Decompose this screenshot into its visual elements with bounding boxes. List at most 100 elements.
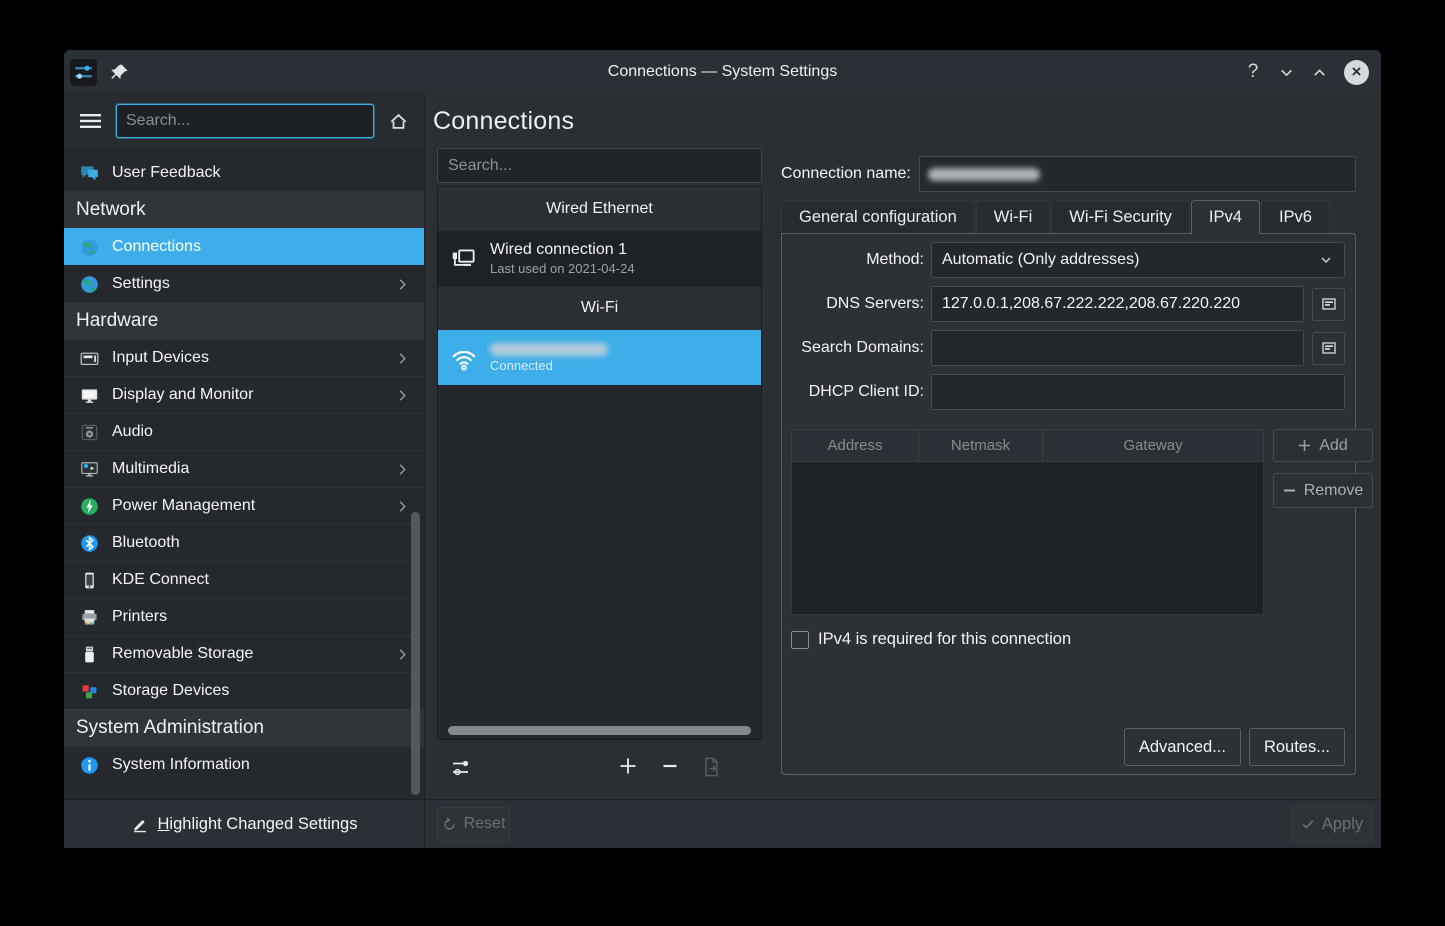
connection-name-label: Connection name: (781, 165, 911, 183)
tab-ipv4[interactable]: IPv4 (1191, 200, 1260, 233)
sidebar-item-multimedia[interactable]: Multimedia (64, 450, 424, 487)
help-icon[interactable]: ? (1244, 61, 1262, 83)
reset-icon (442, 817, 457, 832)
home-icon[interactable] (389, 112, 408, 131)
addresses-table-body[interactable] (791, 462, 1264, 615)
chevron-right-icon (395, 647, 410, 662)
pin-icon[interactable] (110, 63, 129, 82)
apply-button[interactable]: Apply (1291, 806, 1373, 842)
wired-network-icon (449, 244, 479, 274)
sidebar-search-input[interactable] (116, 104, 374, 138)
chevron-right-icon (395, 462, 410, 477)
feedback-icon (80, 164, 99, 183)
sidebar-item-label: Audio (112, 423, 153, 441)
connection-name-input[interactable] (919, 156, 1356, 192)
minus-icon (1283, 484, 1296, 497)
remove-connection-icon[interactable] (660, 756, 680, 776)
monitor-icon (80, 386, 99, 405)
advanced-button[interactable]: Advanced... (1124, 728, 1241, 766)
search-domains-input[interactable] (931, 330, 1304, 366)
ipv4-required-checkbox[interactable] (791, 631, 809, 649)
method-value: Automatic (Only addresses) (942, 251, 1318, 269)
connection-category-label: Wired Ethernet (546, 200, 653, 218)
sidebar-item-kde-connect[interactable]: KDE Connect (64, 561, 424, 598)
printer-icon (80, 608, 99, 627)
chevron-right-icon (395, 351, 410, 366)
cubes-icon (80, 682, 99, 701)
sidebar-scrollbar[interactable] (411, 512, 420, 795)
sidebar-item-power-management[interactable]: Power Management (64, 487, 424, 524)
tab-general-configuration[interactable]: General configuration (781, 200, 975, 233)
sidebar-item-display-and-monitor[interactable]: Display and Monitor (64, 376, 424, 413)
plus-icon (1298, 439, 1311, 452)
dns-servers-edit-button[interactable] (1312, 288, 1345, 321)
sidebar-item-audio[interactable]: Audio (64, 413, 424, 450)
connection-list-item[interactable]: Connected (438, 330, 761, 385)
column-header-netmask[interactable]: Netmask (919, 430, 1043, 461)
sidebar-item-user-feedback[interactable]: User Feedback (64, 155, 424, 191)
connection-category-header: Wired Ethernet (438, 187, 761, 231)
sidebar-list: User FeedbackNetworkConnectionsSettingsH… (64, 148, 424, 799)
connection-subtitle: Connected (490, 358, 608, 373)
system-settings-app-icon[interactable] (70, 59, 97, 86)
connections-list-panel: Wired Ethernet Wired connection 1Last use… (425, 148, 775, 799)
reset-button[interactable]: Reset (437, 807, 510, 842)
sidebar-item-storage-devices[interactable]: Storage Devices (64, 672, 424, 709)
column-header-address[interactable]: Address (792, 430, 919, 461)
titlebar[interactable]: Connections — System Settings ? × (64, 50, 1381, 94)
sidebar-item-label: Bluetooth (112, 534, 180, 552)
sidebar-item-printers[interactable]: Printers (64, 598, 424, 635)
maximize-icon[interactable] (1311, 64, 1328, 81)
sidebar-item-removable-storage[interactable]: Removable Storage (64, 635, 424, 672)
sidebar-item-bluetooth[interactable]: Bluetooth (64, 524, 424, 561)
sidebar-item-label: Display and Monitor (112, 386, 253, 404)
sidebar-item-label: Multimedia (112, 460, 189, 478)
check-icon (1301, 817, 1315, 831)
tab-ipv6[interactable]: IPv6 (1261, 200, 1330, 233)
connections-list: Wired Ethernet Wired connection 1Last use… (437, 186, 762, 740)
remove-address-button[interactable]: Remove (1273, 473, 1373, 508)
globe-icon (80, 275, 99, 294)
configure-connection-icon[interactable] (450, 756, 474, 780)
sidebar-item-label: User Feedback (112, 164, 221, 182)
dhcp-client-id-input[interactable] (931, 374, 1345, 410)
addresses-table-header: AddressNetmaskGateway (791, 429, 1264, 462)
column-header-gateway[interactable]: Gateway (1043, 430, 1263, 461)
tab-wi-fi[interactable]: Wi-Fi (976, 200, 1050, 233)
method-dropdown[interactable]: Automatic (Only addresses) (931, 242, 1345, 278)
dns-servers-input[interactable] (931, 286, 1304, 322)
sidebar-item-label: KDE Connect (112, 571, 209, 589)
power-icon (80, 497, 99, 516)
add-address-button[interactable]: Add (1273, 429, 1373, 462)
sidebar-item-settings[interactable]: Settings (64, 265, 424, 302)
sidebar-item-connections[interactable]: Connections (64, 228, 424, 265)
page-title: Connections (433, 107, 574, 136)
hamburger-menu-icon[interactable] (80, 113, 101, 129)
chevron-down-icon (1318, 252, 1334, 268)
sidebar-item-label: Connections (112, 238, 201, 256)
multimedia-icon (80, 460, 99, 479)
usb-icon (80, 645, 99, 664)
export-connection-icon[interactable] (700, 756, 722, 778)
connection-list-item[interactable]: Wired connection 1Last used on 2021-04-2… (438, 231, 761, 286)
tab-wi-fi-security[interactable]: Wi-Fi Security (1051, 200, 1190, 233)
add-connection-icon[interactable] (618, 756, 638, 776)
redacted-connection-name (928, 168, 1040, 181)
sidebar-item-input-devices[interactable]: Input Devices (64, 339, 424, 376)
list-horizontal-scrollbar[interactable] (448, 726, 751, 735)
sidebar-section-label: System Administration (76, 717, 264, 739)
sidebar-item-system-information[interactable]: System Information (64, 746, 424, 783)
chevron-right-icon (395, 277, 410, 292)
highlight-changed-settings[interactable]: Highlight Changed Settings (64, 800, 425, 848)
audio-icon (80, 423, 99, 442)
routes-button[interactable]: Routes... (1249, 728, 1345, 766)
chevron-right-icon (395, 388, 410, 403)
bluetooth-icon (80, 534, 99, 553)
search-domains-edit-button[interactable] (1312, 332, 1345, 365)
connections-search-input[interactable] (437, 148, 762, 183)
sidebar-section-label: Network (76, 199, 146, 221)
method-label: Method: (791, 251, 924, 269)
close-icon[interactable]: × (1344, 60, 1369, 85)
sidebar-item-label: Removable Storage (112, 645, 253, 663)
minimize-icon[interactable] (1278, 64, 1295, 81)
